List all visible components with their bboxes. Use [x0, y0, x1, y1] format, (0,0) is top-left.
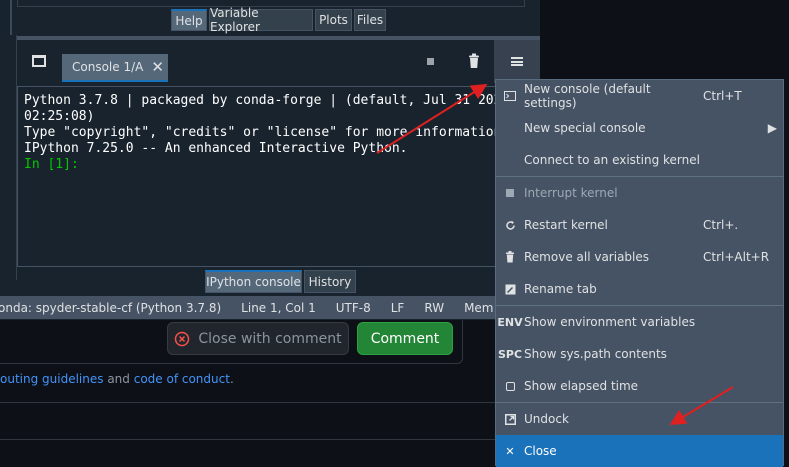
- close-with-comment-button[interactable]: Close with comment: [167, 322, 349, 355]
- checkbox-icon[interactable]: [496, 381, 524, 391]
- menu-item-connect-kernel[interactable]: Connect to an existing kernel: [496, 144, 783, 176]
- menu-item-show-env[interactable]: ENV Show environment variables: [496, 306, 783, 338]
- close-icon: ✕: [505, 444, 515, 458]
- contributing-guidelines-link[interactable]: outing guidelines: [0, 372, 104, 386]
- undock-icon: [496, 413, 524, 425]
- stop-icon: [496, 189, 524, 197]
- menu-item-label: Show elapsed time: [524, 379, 639, 393]
- menu-item-label: Interrupt kernel: [524, 186, 618, 200]
- menu-item-new-special-console[interactable]: New special console ▶: [496, 112, 783, 144]
- tab-files-label: Files: [356, 13, 384, 27]
- menu-item-rename-tab[interactable]: Rename tab: [496, 273, 783, 305]
- console-tab-label: Console 1/A: [72, 60, 144, 74]
- menu-item-show-syspath[interactable]: SPC Show sys.path contents: [496, 338, 783, 370]
- status-eol: LF: [390, 300, 405, 315]
- menu-item-new-console[interactable]: New console (default settings) Ctrl+T: [496, 80, 783, 112]
- menu-item-restart-kernel[interactable]: Restart kernel Ctrl+.: [496, 209, 783, 241]
- tab-help-label: Help: [175, 13, 203, 28]
- console-icon: [496, 91, 524, 101]
- code-of-conduct-link[interactable]: code of conduct: [134, 372, 230, 386]
- tab-files[interactable]: Files: [354, 9, 386, 31]
- menu-item-label: New special console: [524, 121, 646, 135]
- console-line: 02:25:08): [24, 109, 95, 124]
- menu-item-undock[interactable]: Undock: [496, 403, 783, 435]
- tab-variable-explorer-label: Variable Explorer: [210, 6, 260, 34]
- status-env: onda: spyder-stable-cf (Python 3.7.8): [0, 300, 222, 315]
- hamburger-icon: [511, 57, 523, 66]
- status-position: Line 1, Col 1: [241, 300, 316, 315]
- guidelines-and-text: and: [103, 372, 134, 386]
- close-with-comment-label: Close with comment: [198, 330, 342, 347]
- left-panel-edge-inner: [10, 35, 17, 280]
- menu-item-shortcut: Ctrl+.: [703, 218, 739, 232]
- menu-item-label: Undock: [524, 412, 569, 426]
- menu-item-label: Rename tab: [524, 282, 597, 296]
- console-line: Python 3.7.8 | packaged by conda-forge |…: [24, 93, 518, 108]
- divider: [0, 402, 495, 403]
- status-bar: onda: spyder-stable-cf (Python 3.7.8) Li…: [0, 296, 510, 319]
- menu-item-label: New console (default settings): [524, 82, 651, 110]
- stop-icon[interactable]: [427, 58, 434, 65]
- status-encoding: UTF-8: [335, 300, 371, 315]
- console-prompt: In [1]:: [24, 157, 79, 172]
- menu-item-label: Show sys.path contents: [524, 347, 667, 361]
- menu-item-label: Remove all variables: [524, 250, 650, 264]
- status-rw: RW: [424, 300, 445, 315]
- menu-item-label: Close: [524, 444, 557, 458]
- menu-item-shortcut: Ctrl+T: [703, 89, 742, 103]
- console-options-menu: New console (default settings) Ctrl+T Ne…: [495, 79, 784, 467]
- close-issue-icon: [175, 331, 190, 346]
- tab-variable-explorer[interactable]: Variable Explorer: [209, 6, 313, 34]
- console-output[interactable]: Python 3.7.8 | packaged by conda-forge |…: [17, 86, 540, 267]
- close-tab-icon[interactable]: ✕: [151, 58, 164, 76]
- submenu-arrow-icon: ▶: [767, 121, 777, 135]
- contributing-guidelines-note: outing guidelines and code of conduct.: [0, 372, 234, 386]
- divider: [0, 439, 495, 440]
- comment-button[interactable]: Comment: [357, 322, 453, 355]
- tab-help[interactable]: Help: [171, 9, 207, 31]
- menu-item-close[interactable]: ✕ Close: [496, 435, 783, 467]
- guidelines-end-text: .: [229, 372, 234, 386]
- comment-button-label: Comment: [370, 330, 440, 347]
- pane-splitter[interactable]: [17, 36, 540, 40]
- options-menu-button[interactable]: [494, 40, 540, 83]
- tab-ipython-console[interactable]: IPython console: [205, 270, 302, 293]
- edit-icon: [496, 284, 524, 295]
- tab-plots[interactable]: Plots: [315, 9, 352, 31]
- menu-item-label: Show environment variables: [524, 315, 696, 329]
- trash-icon: [496, 251, 524, 263]
- menu-item-show-elapsed-time[interactable]: Show elapsed time: [496, 370, 783, 402]
- menu-item-label: Restart kernel: [524, 218, 608, 232]
- tab-ipython-console-label: IPython console: [206, 275, 301, 289]
- trash-icon[interactable]: [467, 53, 481, 69]
- menu-item-label: Connect to an existing kernel: [524, 153, 700, 167]
- syspath-icon: SPC: [497, 347, 523, 361]
- tab-console-1a[interactable]: Console 1/A ✕: [62, 54, 168, 82]
- console-line: IPython 7.25.0 -- An enhanced Interactiv…: [24, 141, 408, 156]
- tab-history-label: History: [308, 274, 352, 289]
- tab-plots-label: Plots: [319, 13, 348, 27]
- menu-item-remove-variables[interactable]: Remove all variables Ctrl+Alt+R: [496, 241, 783, 273]
- menu-item-shortcut: Ctrl+Alt+R: [703, 250, 770, 264]
- tab-history[interactable]: History: [304, 270, 356, 293]
- restart-icon: [496, 220, 524, 231]
- env-icon: ENV: [497, 315, 523, 329]
- console-line: Type "copyright", "credits" or "license"…: [24, 125, 510, 140]
- browse-tabs-icon[interactable]: [32, 55, 46, 67]
- menu-item-interrupt-kernel[interactable]: Interrupt kernel: [496, 177, 783, 209]
